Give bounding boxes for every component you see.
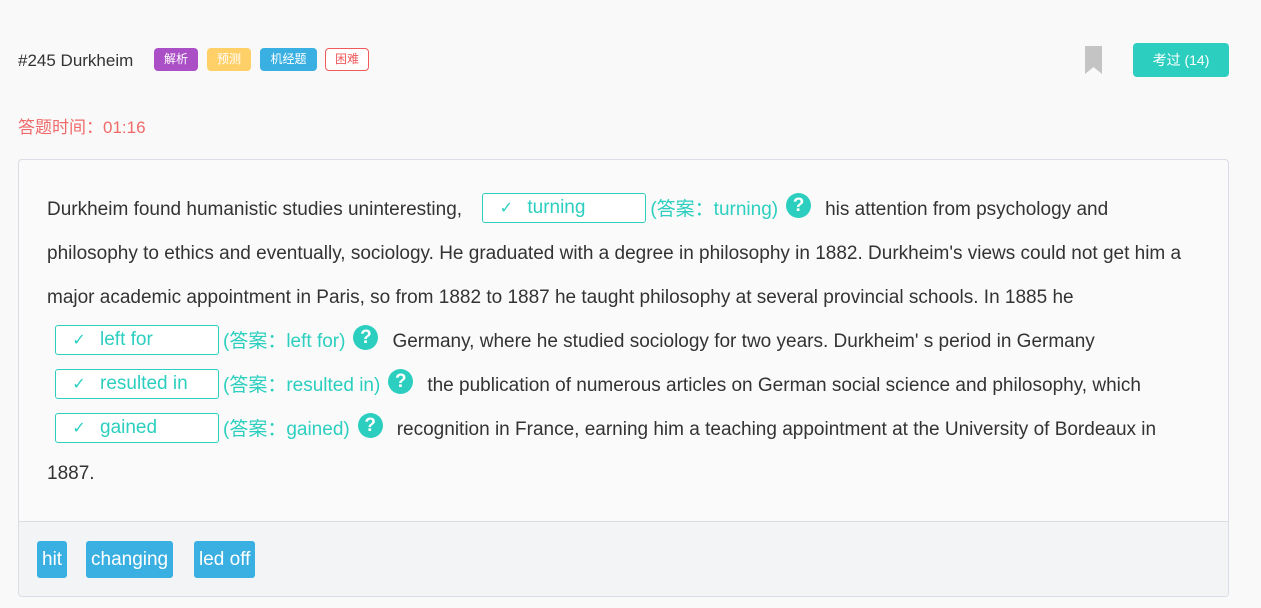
help-icon[interactable]: ? xyxy=(786,193,812,219)
help-icon[interactable]: ? xyxy=(353,325,379,351)
bookmark-icon[interactable] xyxy=(1085,46,1102,74)
correct-answer: (答案：gained) xyxy=(223,419,350,440)
check-icon: ✓ xyxy=(72,331,86,349)
tag-difficulty: 困难 xyxy=(325,48,369,71)
option-chip[interactable]: led off xyxy=(194,541,256,578)
check-icon: ✓ xyxy=(72,419,86,437)
blank-input[interactable]: ✓ left for xyxy=(55,324,219,355)
answer-timer: 答题时间：01:16 xyxy=(18,118,146,137)
help-icon[interactable]: ? xyxy=(357,413,383,439)
correct-answer: (答案：turning) xyxy=(650,199,779,220)
tag-prediction: 预测 xyxy=(207,48,251,71)
blank-input[interactable]: ✓ resulted in xyxy=(55,368,219,399)
help-icon[interactable]: ? xyxy=(388,369,414,395)
check-icon: ✓ xyxy=(499,199,514,217)
passage-text: Durkheim found humanistic studies uninte… xyxy=(47,188,1197,496)
option-bank: hit changing led off xyxy=(19,521,1228,596)
correct-answer: (答案：left for) xyxy=(223,331,346,352)
blank-input[interactable]: ✓ gained xyxy=(55,412,219,443)
question-card: Durkheim found humanistic studies uninte… xyxy=(18,159,1229,597)
blank-value: resulted in xyxy=(100,372,188,394)
tag-analysis[interactable]: 解析 xyxy=(154,48,198,71)
passage-segment: Germany, where he studied sociology for … xyxy=(392,331,1095,352)
blank-value: left for xyxy=(100,328,153,350)
tag-exam-question: 机经题 xyxy=(260,48,317,71)
correct-answer: (答案：resulted in) xyxy=(223,375,381,396)
option-chip[interactable]: changing xyxy=(86,541,174,578)
question-header: #245 Durkheim 解析 预测 机经题 困难 考过 (14) xyxy=(18,43,1229,77)
done-count-button[interactable]: 考过 (14) xyxy=(1133,43,1229,77)
blank-value: turning xyxy=(527,196,586,218)
blank-value: gained xyxy=(100,416,158,438)
question-title: #245 Durkheim xyxy=(18,51,134,70)
blank-input[interactable]: ✓ turning xyxy=(482,192,647,223)
passage-segment: the publication of numerous articles on … xyxy=(427,375,1141,396)
passage-segment: Durkheim found humanistic studies uninte… xyxy=(47,199,463,220)
option-chip[interactable]: hit xyxy=(37,541,68,578)
check-icon: ✓ xyxy=(72,375,86,393)
